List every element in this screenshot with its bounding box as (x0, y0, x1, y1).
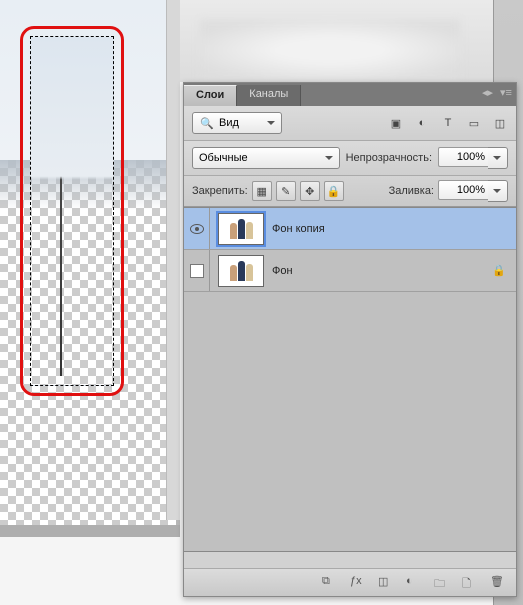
image-edge-seam (60, 46, 62, 376)
opacity-dropdown-button[interactable] (488, 147, 508, 169)
opacity-label: Непрозрачность: (346, 152, 432, 164)
fill-label: Заливка: (389, 185, 434, 197)
layer-list: Фон копия Фон 🔒 (184, 207, 516, 552)
lock-all-button[interactable]: 🔒 (324, 181, 344, 201)
filter-type-dropdown[interactable]: 🔍 Вид (192, 112, 282, 134)
visibility-toggle[interactable] (184, 208, 210, 249)
canvas-area[interactable] (0, 0, 180, 535)
lock-row: Закрепить: ▦ ✎ ✥ 🔒 Заливка: 100% (184, 176, 516, 207)
filter-label: Вид (219, 117, 239, 129)
panel-tabbar: Слои Каналы ◂▸ ▾≡ (184, 83, 516, 106)
canvas-border (0, 525, 180, 537)
lock-indicator-icon: 🔒 (492, 264, 506, 277)
layer-name[interactable]: Фон (272, 265, 492, 277)
tab-channels[interactable]: Каналы (237, 85, 301, 106)
blend-row: Обычные Непрозрачность: 100% (184, 141, 516, 176)
visibility-toggle[interactable] (184, 250, 210, 291)
eye-icon (190, 224, 204, 234)
layer-thumbnail[interactable] (218, 213, 264, 245)
layer-row[interactable]: Фон копия (184, 208, 516, 250)
lock-label: Закрепить: (192, 185, 248, 197)
lock-transparency-button[interactable]: ▦ (252, 181, 272, 201)
link-layers-button[interactable]: ⧉ (322, 575, 338, 591)
background-blur (200, 20, 460, 80)
fx-button[interactable]: ƒx (350, 575, 366, 591)
document[interactable] (0, 0, 176, 530)
opacity-input[interactable]: 100% (438, 147, 488, 167)
search-icon: 🔍 (199, 115, 215, 131)
new-layer-button[interactable]: 🗋 (462, 575, 478, 591)
fill-dropdown-button[interactable] (488, 180, 508, 202)
filter-adjust-icon[interactable]: ◐ (414, 115, 430, 131)
visibility-checkbox (190, 264, 204, 278)
filter-smart-icon[interactable]: ◫ (492, 115, 508, 131)
canvas-scrollbar[interactable] (166, 0, 180, 520)
mask-button[interactable]: ◫ (378, 575, 394, 591)
filter-text-icon[interactable]: T (440, 115, 456, 131)
lock-image-button[interactable]: ✎ (276, 181, 296, 201)
filter-shape-icon[interactable]: ▭ (466, 115, 482, 131)
layers-panel: Слои Каналы ◂▸ ▾≡ 🔍 Вид ▣ ◐ T ▭ ◫ Обычны… (183, 82, 517, 597)
pixels-icon: ▦ (254, 183, 270, 199)
tab-layers[interactable]: Слои (184, 85, 237, 106)
image-content (0, 0, 176, 160)
adjustment-button[interactable]: ◐ (406, 575, 422, 591)
collapse-icon[interactable]: ◂▸ (482, 86, 494, 98)
opacity-value: 100% (457, 151, 485, 163)
panel-menu-icon[interactable]: ▾≡ (500, 86, 512, 98)
layer-thumbnail[interactable] (218, 255, 264, 287)
blend-mode-dropdown[interactable]: Обычные (192, 147, 340, 169)
brush-icon: ✎ (278, 183, 294, 199)
layer-row[interactable]: Фон 🔒 (184, 250, 516, 292)
fill-value: 100% (457, 184, 485, 196)
image-fade (0, 160, 176, 210)
fill-input[interactable]: 100% (438, 180, 488, 200)
panel-footer: ⧉ ƒx ◫ ◐ 🗀 🗋 🗑 (184, 568, 516, 596)
lock-icon: 🔒 (326, 183, 342, 199)
filter-pixel-icon[interactable]: ▣ (388, 115, 404, 131)
filter-row: 🔍 Вид ▣ ◐ T ▭ ◫ (184, 106, 516, 141)
layer-name[interactable]: Фон копия (272, 223, 516, 235)
lock-position-button[interactable]: ✥ (300, 181, 320, 201)
group-button[interactable]: 🗀 (434, 575, 450, 591)
blend-mode-value: Обычные (199, 152, 248, 164)
move-icon: ✥ (302, 183, 318, 199)
delete-layer-button[interactable]: 🗑 (490, 575, 506, 591)
transparency-grid (0, 160, 176, 530)
